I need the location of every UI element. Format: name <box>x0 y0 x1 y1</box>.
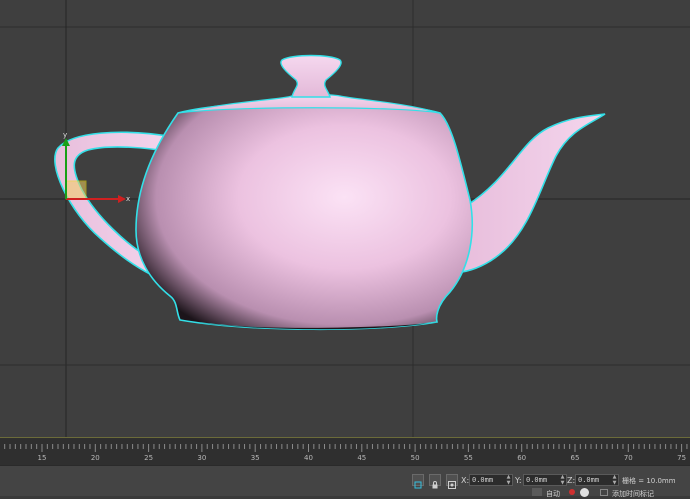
timeline-tick-label: 20 <box>90 454 100 462</box>
z-spinner[interactable]: ▲ ▼ <box>612 474 617 486</box>
teapot-body <box>135 100 473 331</box>
status-bar: X: 0.0mm ▲ ▼ Y: 0.0mm ▲ ▼ Z: 0.0mm ▲ ▼ 栅格 =… <box>0 465 690 499</box>
perspective-viewport[interactable]: x y <box>0 0 690 437</box>
viewport-canvas[interactable]: x y <box>0 0 690 437</box>
key-filter-icon[interactable] <box>580 488 589 497</box>
record-icon[interactable] <box>569 489 575 495</box>
timeline-tick-label: 55 <box>463 454 473 462</box>
teapot-spout <box>461 113 606 273</box>
timeline-tick-label: 40 <box>304 454 313 462</box>
timeline-ticks <box>4 444 688 452</box>
timeline-tick-label: 65 <box>570 454 580 462</box>
timeline-tick-label: 25 <box>144 454 154 462</box>
timeline-ruler[interactable]: 15 20 25 30 35 40 45 50 55 60 65 70 75 <box>0 437 690 466</box>
teapot-knob <box>280 54 342 98</box>
y-coord-label: Y: <box>515 476 522 485</box>
timeline-tick-label: 75 <box>677 454 687 462</box>
timeline-tick-label: 35 <box>250 454 260 462</box>
auto-key-label: 自动 <box>546 490 560 498</box>
grid-spacing-readout: 栅格 = 10.0mm <box>622 477 676 485</box>
z-coord-label: Z: <box>567 476 576 485</box>
timeline-tick-label: 50 <box>410 454 420 462</box>
gizmo-y-label: y <box>63 131 67 139</box>
x-spinner[interactable]: ▲ ▼ <box>506 474 511 486</box>
lock-icon[interactable] <box>429 474 441 489</box>
timeline-tick-label: 70 <box>623 454 633 462</box>
add-time-tag-label[interactable]: 添加时间标记 <box>612 489 654 499</box>
gizmo-x-label: x <box>126 195 130 203</box>
timeline-tick-label: 45 <box>357 454 367 462</box>
snap-icon[interactable] <box>412 474 424 489</box>
timeline-tick-label: 60 <box>517 454 527 462</box>
timeline-tick-label: 30 <box>197 454 207 462</box>
x-coord-label: X: <box>461 476 470 485</box>
teapot-object[interactable] <box>54 54 606 331</box>
absolute-mode-icon[interactable] <box>446 474 458 489</box>
y-spinner[interactable]: ▲ ▼ <box>560 474 565 486</box>
timeline-tick-label: 15 <box>37 454 47 462</box>
